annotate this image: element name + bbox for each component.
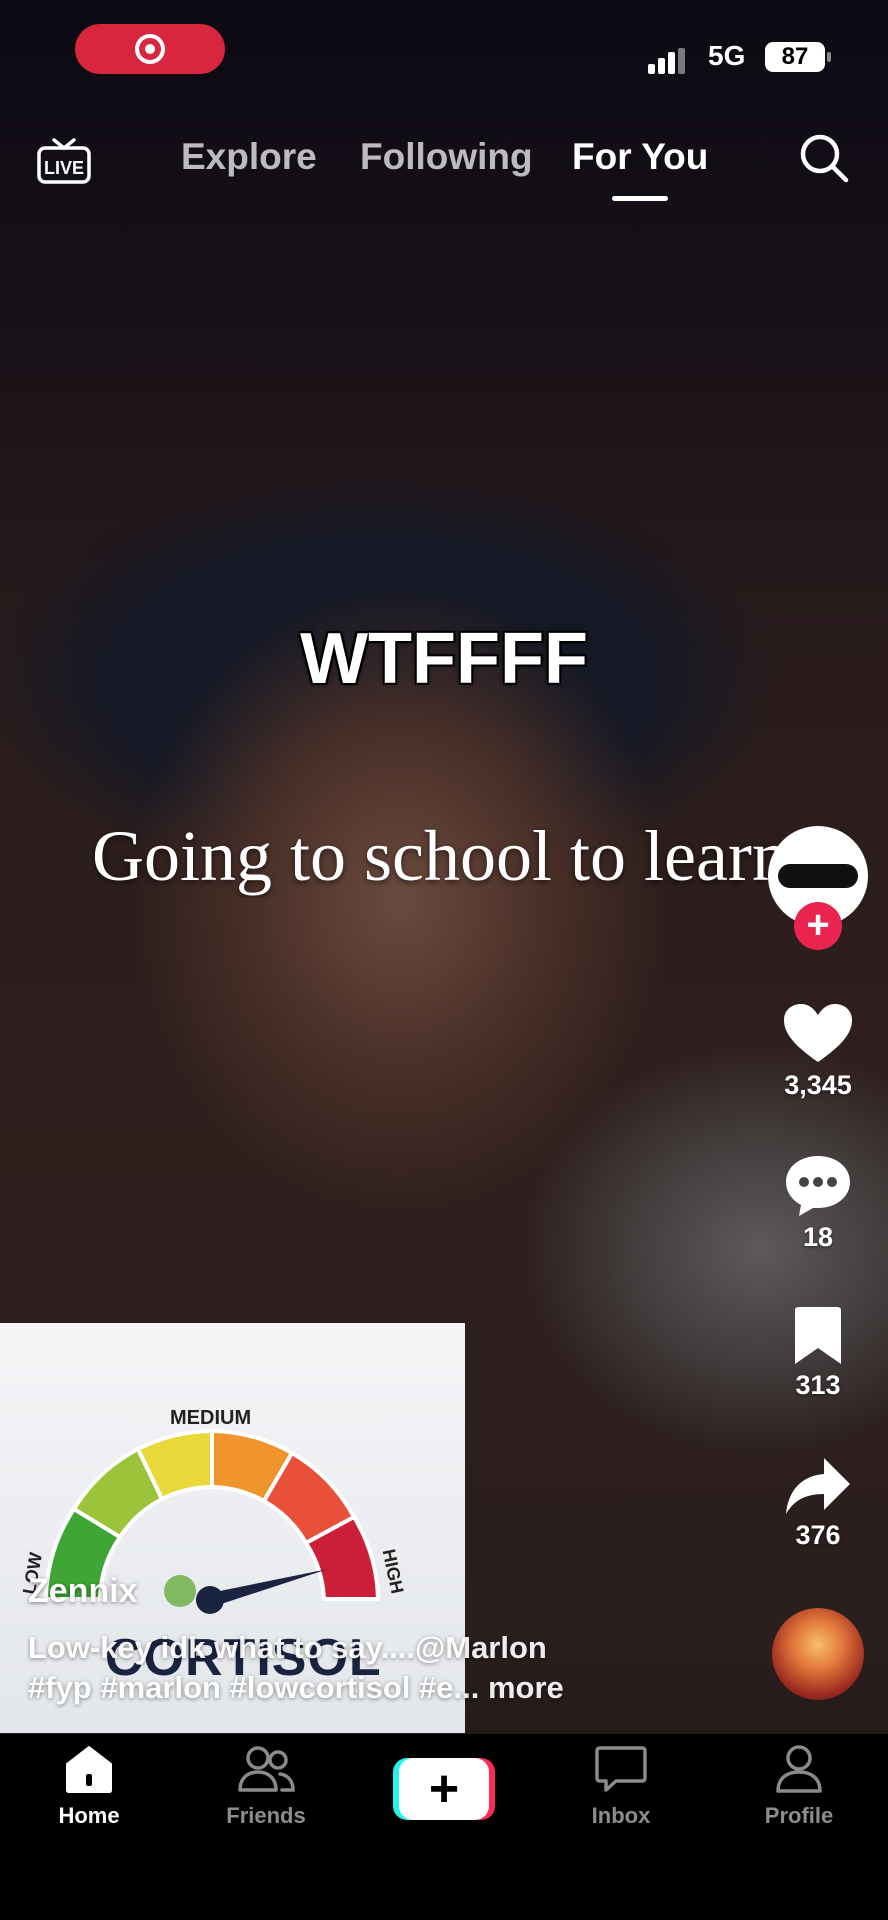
nav-friends-label: Friends <box>226 1803 306 1828</box>
comment-count: 18 <box>802 1222 834 1252</box>
bookmark-icon <box>795 1307 841 1364</box>
nav-profile[interactable]: Profile <box>724 1744 874 1829</box>
bookmark-button[interactable]: 313 <box>758 1306 878 1401</box>
nav-inbox[interactable]: Inbox <box>546 1744 696 1829</box>
like-button[interactable]: 3,345 <box>758 1002 878 1101</box>
share-button[interactable]: 376 <box>758 1456 878 1551</box>
heart-icon <box>784 1004 852 1062</box>
video-overlay-subtitle: Going to school to learn <box>92 816 782 896</box>
bookmark-count: 313 <box>795 1370 841 1400</box>
search-icon[interactable] <box>798 132 850 184</box>
caption-hashtags[interactable]: #fyp #marlon #lowcortisol #e... more <box>28 1670 564 1706</box>
screen: 5G 87 LIVE Explore Following For You WTF… <box>0 0 888 1920</box>
status-bar: 5G 87 <box>0 0 888 100</box>
comment-button[interactable]: 18 <box>758 1154 878 1253</box>
tab-for-you[interactable]: For You <box>572 136 708 178</box>
follow-plus-button[interactable]: + <box>794 902 842 950</box>
caption-text[interactable]: Low-key idk what to say....@Marlon <box>28 1630 547 1666</box>
like-count: 3,345 <box>784 1070 852 1100</box>
screen-recording-indicator[interactable] <box>75 24 225 74</box>
share-arrow-icon <box>786 1458 850 1514</box>
nav-friends[interactable]: Friends <box>191 1744 341 1829</box>
gauge-needle <box>210 1569 328 1607</box>
profile-icon <box>776 1745 822 1793</box>
record-icon <box>135 34 165 64</box>
top-navigation: LIVE Explore Following For You <box>0 120 888 210</box>
nav-inbox-label: Inbox <box>591 1803 651 1828</box>
battery-indicator: 87 <box>765 42 831 72</box>
network-type: 5G <box>708 40 746 71</box>
live-label: LIVE <box>44 158 84 178</box>
home-icon <box>66 1746 112 1793</box>
share-count: 376 <box>795 1520 841 1550</box>
creator-username[interactable]: Zennix <box>28 1572 138 1611</box>
tab-following[interactable]: Following <box>360 136 533 178</box>
friends-icon <box>238 1746 295 1792</box>
live-tv-icon[interactable]: LIVE <box>36 134 92 184</box>
create-button[interactable]: + <box>393 1758 495 1820</box>
plus-icon: + <box>399 1758 489 1820</box>
gauge-medium-label: MEDIUM <box>170 1407 252 1429</box>
active-tab-indicator <box>612 196 668 201</box>
dragon-emoji-icon <box>164 1575 196 1607</box>
bottom-navigation: Home Friends + Inbox Profile <box>0 1734 888 1920</box>
video-overlay-title: WTFFFF <box>300 619 588 699</box>
comment-icon <box>786 1156 850 1216</box>
nav-profile-label: Profile <box>764 1803 834 1828</box>
inbox-icon <box>595 1746 647 1792</box>
avatar-image <box>778 864 858 888</box>
music-disc-icon[interactable] <box>772 1608 864 1700</box>
nav-home[interactable]: Home <box>14 1744 164 1829</box>
nav-home-label: Home <box>58 1803 120 1828</box>
tab-explore[interactable]: Explore <box>181 136 317 178</box>
signal-icon <box>648 48 685 74</box>
